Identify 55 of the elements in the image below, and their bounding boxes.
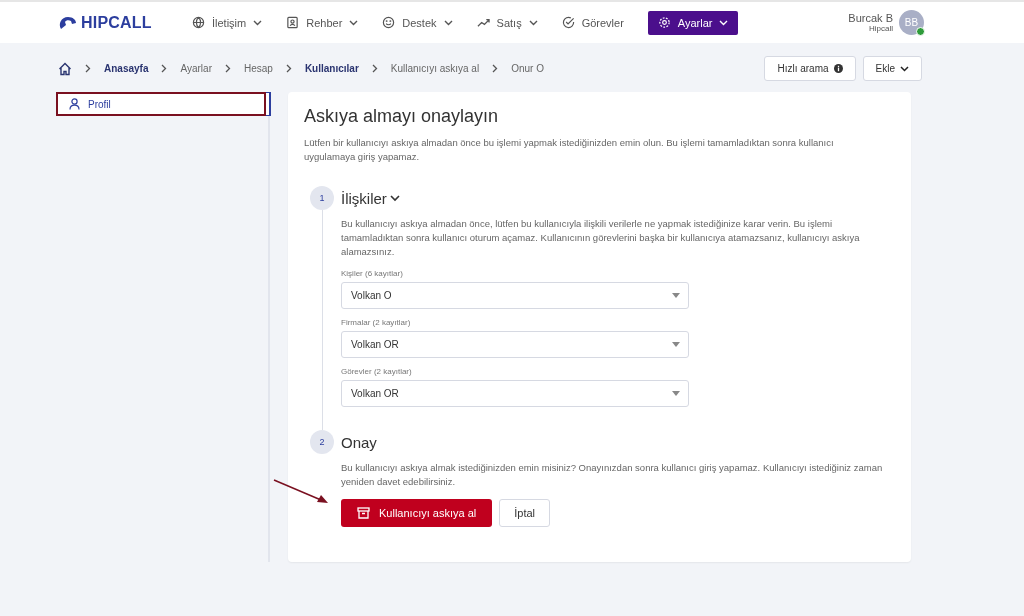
user-icon <box>69 98 80 110</box>
suspend-user-button[interactable]: Kullanıcıyı askıya al <box>341 499 493 527</box>
field-label: Görevler (2 kayıtlar) <box>341 367 413 376</box>
nav-menu-item[interactable]: Ayarlar <box>647 10 739 35</box>
check-circle-icon <box>561 16 575 29</box>
field-label: Kişiler (6 kayıtlar) <box>341 269 404 278</box>
nav-menu-item[interactable]: Destek <box>372 10 463 35</box>
nav-menu-item[interactable]: Rehber <box>276 10 369 35</box>
select-field[interactable]: Volkan O <box>341 282 689 309</box>
contact-book-icon <box>286 16 300 29</box>
archive-box-icon <box>357 507 370 519</box>
step-title: İlişkiler <box>341 189 387 207</box>
breadcrumb-link[interactable]: Anasayfa <box>104 63 149 74</box>
step-number: 2 <box>310 430 334 454</box>
brand-name: HIPCALL <box>81 13 152 32</box>
nav-menu-item[interactable]: İletişim <box>182 10 273 35</box>
phone-logo-icon <box>58 14 78 31</box>
quick-search-button[interactable]: Hızlı arama <box>764 56 856 81</box>
globe-icon <box>192 16 205 29</box>
nav-menu-item[interactable]: Görevler <box>551 10 634 35</box>
select-field[interactable]: Volkan OR <box>341 331 689 358</box>
breadcrumb-link[interactable]: Kullanıcılar <box>304 63 359 74</box>
add-dropdown-button[interactable]: Ekle <box>862 56 922 81</box>
trend-chart-icon <box>476 16 490 29</box>
home-icon[interactable] <box>58 61 72 76</box>
info-icon <box>833 64 843 73</box>
breadcrumb-item: Hesap <box>243 63 273 74</box>
step-description: Bu kullanıcıyı askıya almak istediğinizden emin misiniz? Onayınızdan sonra kullanıcı giriş yapamaz. Kullanıcıyı istediğiniz zaman yeniden davet edebilirsiniz. <box>341 461 884 489</box>
chevron-down-icon[interactable] <box>389 194 400 202</box>
smiley-icon <box>382 16 396 29</box>
chevron-right-icon <box>371 64 378 73</box>
cancel-button[interactable]: İptal <box>499 499 550 527</box>
select-field[interactable]: Volkan OR <box>341 380 689 407</box>
card-description: Lütfen bir kullanıcıyı askıya almadan önce bu işlemi yapmak istediğinizden emin olun. Bu işlemi tamamladıktan sonra kullanıcı uygulamaya giriş yapamaz. <box>304 136 835 164</box>
dropdown-caret-icon <box>672 293 680 298</box>
dropdown-caret-icon <box>672 391 680 396</box>
field-label: Firmalar (2 kayıtlar) <box>341 318 412 327</box>
chevron-right-icon <box>85 64 91 73</box>
step-title: Onay <box>341 433 377 451</box>
chevron-down-icon <box>900 65 909 72</box>
chevron-right-icon <box>161 64 168 73</box>
user-company: Hipcall <box>869 24 893 33</box>
chevron-right-icon <box>285 64 292 73</box>
nav-menu-item[interactable]: Satış <box>466 10 548 35</box>
step-description: Bu kullanıcıyı askıya almadan önce, lütfen bu kullanıcıyla ilişkili verilerle ne yapmak istediğinize karar verin. Bu işlemi tamamladıktan sonra kullanıcı oturum açamaz. Kullanıcının görevlerini başka bir kullanıcıya atamazsanız, kullanıcıyı askıya alamazsınız. <box>341 217 861 259</box>
settings-icon <box>657 16 671 29</box>
breadcrumb-item: Ayarlar <box>180 63 212 74</box>
dropdown-caret-icon <box>672 342 680 347</box>
user-name: Burcak B <box>848 12 893 24</box>
breadcrumb-item: Kullanıcıyı askıya al <box>390 63 480 74</box>
card-title: Askıya almayı onaylayın <box>304 106 500 127</box>
chevron-right-icon <box>224 64 231 73</box>
step-number: 1 <box>310 186 334 210</box>
breadcrumb-item: Onur O <box>511 63 544 74</box>
chevron-right-icon <box>492 64 499 73</box>
